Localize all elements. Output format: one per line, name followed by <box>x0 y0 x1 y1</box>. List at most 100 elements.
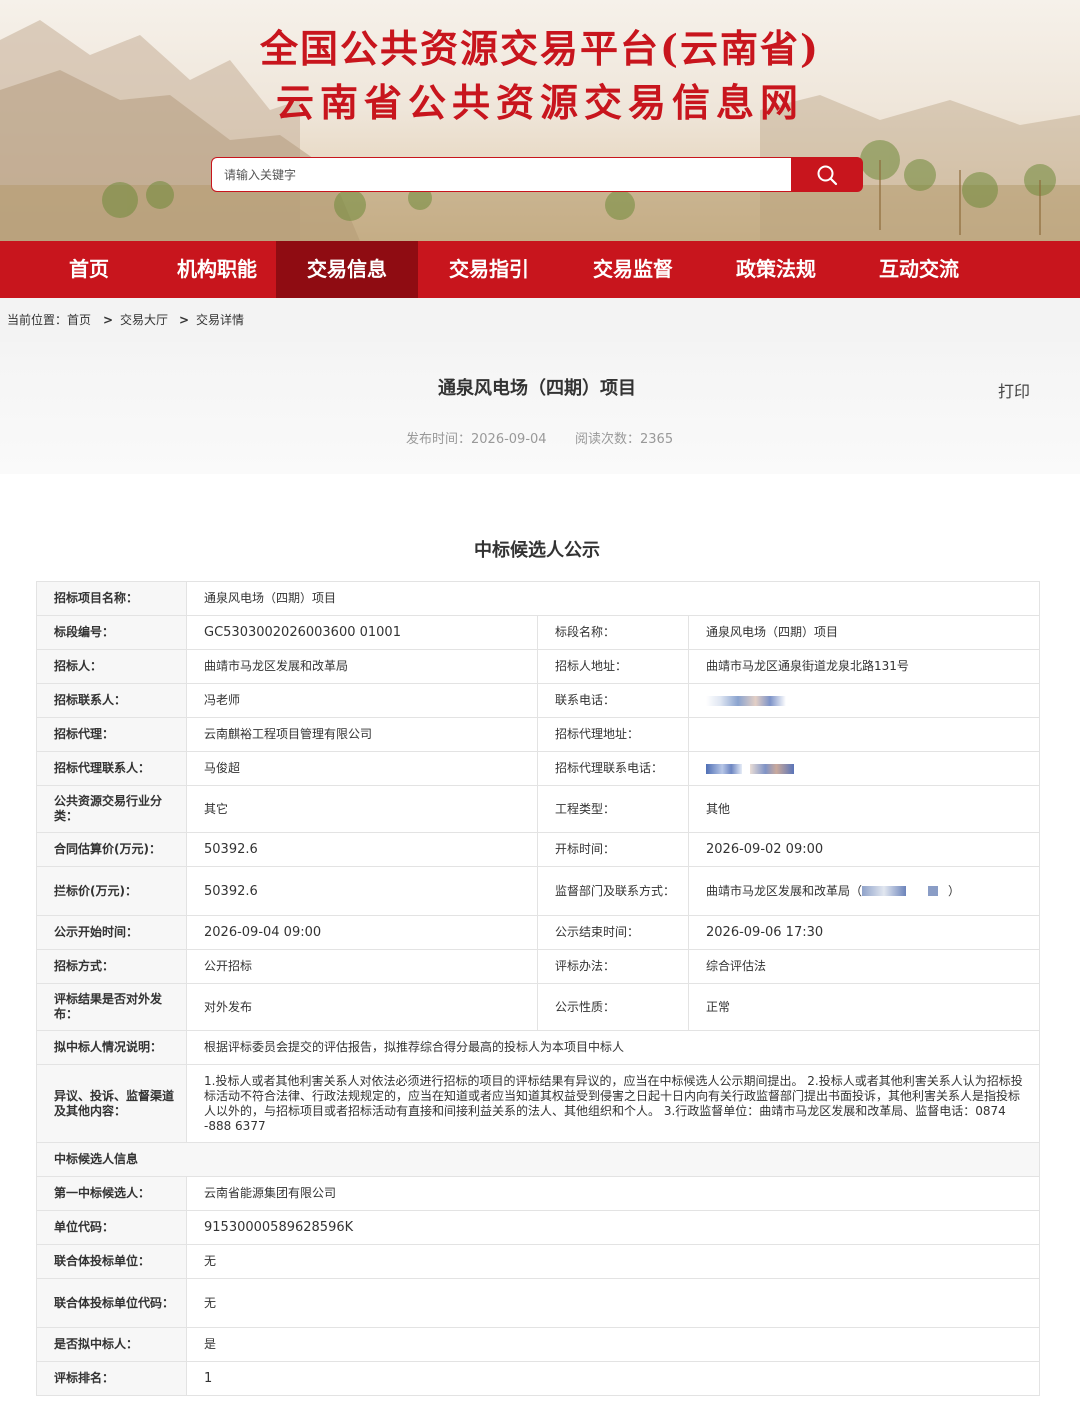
label-tenderer-address: 招标人地址： <box>537 649 689 684</box>
label-tender-method: 招标方式： <box>36 949 187 984</box>
nav-institution[interactable]: 机构职能 <box>168 241 266 298</box>
table-row: 公共资源交易行业分类： 其它 工程类型： 其他 <box>36 785 1041 833</box>
nav-interaction[interactable]: 互动交流 <box>870 241 968 298</box>
print-button[interactable]: 打印 <box>998 378 1030 402</box>
candidate-info-header: 中标候选人信息 <box>35 1142 1041 1177</box>
label-contact-phone: 联系电话： <box>537 683 689 718</box>
table-row: 评标结果是否对外发布： 对外发布 公示性质： 正常 <box>36 983 1041 1031</box>
table-row: 单位代码： 91530000589628596K <box>36 1210 1041 1245</box>
value-publicity-start: 2026-09-04 09:00 <box>186 915 538 950</box>
bid-info-table: 招标项目名称： 通泉风电场（四期）项目 标段编号： GC530300202600… <box>35 581 1041 1396</box>
table-row: 标段编号： GC5303002026003600 01001 标段名称： 通泉风… <box>36 615 1041 650</box>
value-section-name: 通泉风电场（四期）项目 <box>687 615 1041 650</box>
label-bid-opening-time: 开标时间： <box>537 832 689 867</box>
table-row: 中标候选人信息 <box>35 1142 1041 1177</box>
value-project-name: 通泉风电场（四期）项目 <box>185 581 1041 616</box>
nav-home[interactable]: 首页 <box>40 241 138 298</box>
value-publicity-nature: 正常 <box>687 983 1041 1031</box>
value-objection-channel: 1.投标人或者其他利害关系人对依法必须进行招标的项目的评标结果有异议的，应当在中… <box>185 1064 1041 1143</box>
search-icon <box>817 165 838 185</box>
nav-trade-guide[interactable]: 交易指引 <box>440 241 538 298</box>
table-row: 拦标价(万元)： 50392.6 监督部门及联系方式： 曲靖市马龙区发展和改革局… <box>36 866 1041 916</box>
value-ceiling-price: 50392.6 <box>186 866 538 916</box>
value-tenderer: 曲靖市马龙区发展和改革局 <box>186 649 538 684</box>
table-row: 评标排名： 1 <box>36 1361 1041 1396</box>
supervision-dept-close: ） <box>948 883 961 898</box>
label-ceiling-price: 拦标价(万元)： <box>36 866 187 916</box>
label-consortium-code: 联合体投标单位代码： <box>36 1278 187 1328</box>
site-title-line2: 云南省公共资源交易信息网 <box>275 80 804 125</box>
search-button[interactable] <box>791 157 863 192</box>
value-agency: 云南麒裕工程项目管理有限公司 <box>186 717 538 752</box>
value-supervision-dept: 曲靖市马龙区发展和改革局（ ） <box>687 866 1041 916</box>
supervision-dept-name: 曲靖市马龙区发展和改革局（ <box>706 883 863 898</box>
main-nav: 首页 机构职能 交易信息 交易指引 交易监督 政策法规 互动交流 <box>0 241 1080 298</box>
search-input[interactable] <box>211 157 805 192</box>
label-estimated-price: 合同估算价(万元)： <box>36 832 187 867</box>
value-contact-phone-redacted <box>687 683 1041 718</box>
table-row: 合同估算价(万元)： 50392.6 开标时间： 2026-09-02 09:0… <box>36 832 1041 867</box>
value-consortium-code: 无 <box>185 1278 1041 1328</box>
value-agency-contact: 马俊超 <box>186 751 538 786</box>
value-unit-code: 91530000589628596K <box>185 1210 1041 1245</box>
value-tender-contact: 冯老师 <box>186 683 538 718</box>
breadcrumb-home[interactable]: 当前位置：首页 <box>7 298 91 342</box>
table-row: 招标人： 曲靖市马龙区发展和改革局 招标人地址： 曲靖市马龙区通泉街道龙泉北路1… <box>36 649 1041 684</box>
search-bar <box>211 157 863 192</box>
label-publicity-nature: 公示性质： <box>537 983 689 1031</box>
label-agency: 招标代理： <box>36 717 187 752</box>
value-project-type: 其他 <box>687 785 1041 833</box>
label-project-name: 招标项目名称： <box>36 581 187 616</box>
label-industry-category: 公共资源交易行业分类： <box>36 785 187 833</box>
value-consortium: 无 <box>185 1244 1041 1279</box>
table-row: 联合体投标单位代码： 无 <box>36 1278 1041 1328</box>
table-row: 公示开始时间： 2026-09-04 09:00 公示结束时间： 2026-09… <box>36 915 1041 950</box>
label-result-published: 评标结果是否对外发布： <box>36 983 187 1031</box>
label-ranking: 评标排名： <box>36 1361 187 1396</box>
value-result-published: 对外发布 <box>186 983 538 1031</box>
value-industry-category: 其它 <box>186 785 538 833</box>
table-row: 异议、投诉、监督渠道及其他内容： 1.投标人或者其他利害关系人对依法必须进行招标… <box>36 1064 1041 1143</box>
publish-time: 发布时间：2026-09-04 <box>406 432 547 447</box>
header-banner: 全国公共资源交易平台(云南省) 云南省公共资源交易信息网 <box>0 0 1080 241</box>
table-row: 第一中标候选人： 云南省能源集团有限公司 <box>36 1176 1041 1211</box>
redacted-phone <box>862 886 907 896</box>
article-header: 通泉风电场（四期）项目 打印 发布时间：2026-09-04 阅读次数：2365 <box>0 342 1080 474</box>
label-is-winner: 是否拟中标人： <box>36 1327 187 1362</box>
value-tender-method: 公开招标 <box>186 949 538 984</box>
label-agency-phone: 招标代理联系电话： <box>537 751 689 786</box>
value-tenderer-address: 曲靖市马龙区通泉街道龙泉北路131号 <box>687 649 1041 684</box>
page-title: 通泉风电场（四期）项目 <box>438 378 636 399</box>
breadcrumb-separator: > <box>179 313 190 327</box>
label-first-candidate: 第一中标候选人： <box>36 1176 187 1211</box>
label-section-name: 标段名称： <box>537 615 689 650</box>
label-publicity-end: 公示结束时间： <box>537 915 689 950</box>
breadcrumb-current: 交易详情 <box>196 313 245 327</box>
table-row: 招标方式： 公开招标 评标办法： 综合评估法 <box>36 949 1041 984</box>
label-publicity-start: 公示开始时间： <box>36 915 187 950</box>
redacted-phone <box>928 886 939 896</box>
value-agency-address <box>687 717 1041 752</box>
nav-policy[interactable]: 政策法规 <box>727 241 825 298</box>
nav-trade-info[interactable]: 交易信息 <box>276 241 418 298</box>
table-row: 联合体投标单位： 无 <box>36 1244 1041 1279</box>
table-row: 招标联系人： 冯老师 联系电话： <box>36 683 1041 718</box>
table-row: 是否拟中标人： 是 <box>36 1327 1041 1362</box>
breadcrumb-trade-hall[interactable]: 交易大厅 <box>120 298 168 342</box>
nav-trade-supervision[interactable]: 交易监督 <box>584 241 682 298</box>
label-winner-description: 拟中标人情况说明： <box>36 1030 187 1065</box>
value-publicity-end: 2026-09-06 17:30 <box>687 915 1041 950</box>
label-tender-contact: 招标联系人： <box>36 683 187 718</box>
label-unit-code: 单位代码： <box>36 1210 187 1245</box>
label-agency-address: 招标代理地址： <box>537 717 689 752</box>
table-row: 拟中标人情况说明： 根据评标委员会提交的评估报告，拟推荐综合得分最高的投标人为本… <box>36 1030 1041 1065</box>
value-ranking: 1 <box>185 1361 1041 1396</box>
label-supervision-dept: 监督部门及联系方式： <box>537 866 689 916</box>
label-section-code: 标段编号： <box>36 615 187 650</box>
value-bid-opening-time: 2026-09-02 09:00 <box>687 832 1041 867</box>
value-agency-phone-redacted <box>687 751 1041 786</box>
label-objection-channel: 异议、投诉、监督渠道及其他内容： <box>36 1064 187 1143</box>
table-row: 招标代理联系人： 马俊超 招标代理联系电话： <box>36 751 1041 786</box>
site-title-line1: 全国公共资源交易平台(云南省) <box>260 26 820 71</box>
label-consortium: 联合体投标单位： <box>36 1244 187 1279</box>
